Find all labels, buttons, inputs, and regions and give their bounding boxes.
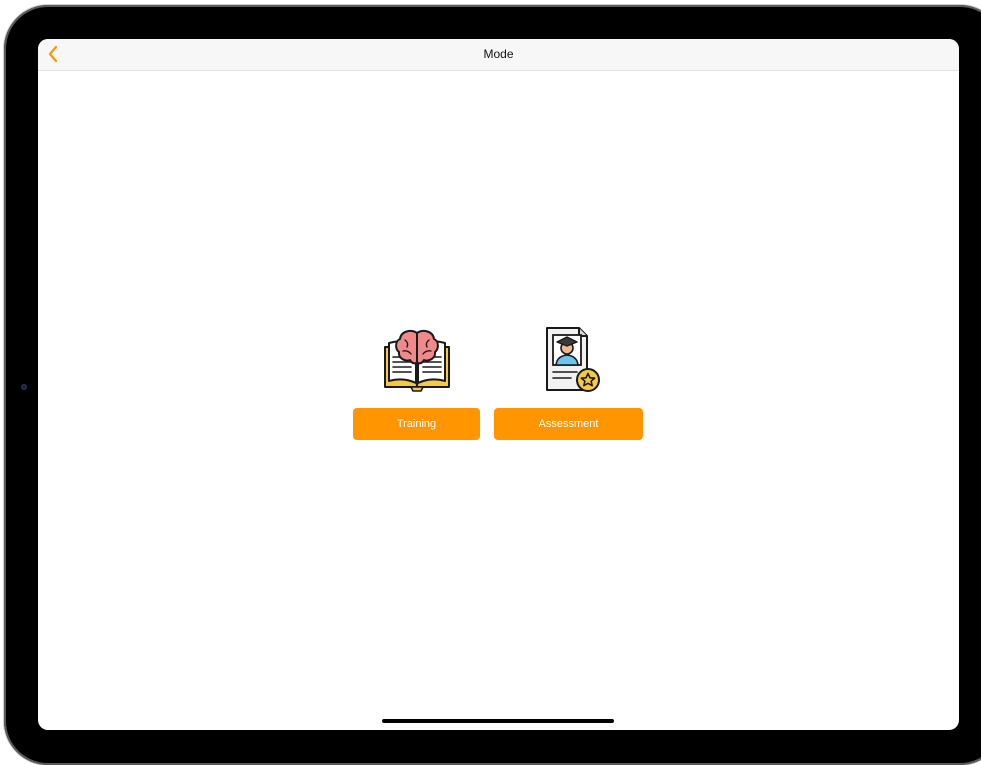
page-title: Mode — [483, 47, 514, 61]
camera-icon — [21, 384, 27, 390]
training-mode-card: Training — [353, 326, 480, 440]
navigation-bar: Mode — [38, 39, 959, 71]
app-screen: Mode Training Assessment — [38, 39, 959, 730]
home-indicator[interactable] — [382, 719, 614, 723]
training-button[interactable]: Training — [353, 408, 480, 440]
assessment-mode-card: Assessment — [494, 326, 643, 440]
brain-book-icon — [380, 326, 454, 394]
assessment-button[interactable]: Assessment — [494, 408, 643, 440]
graduate-certificate-icon — [532, 326, 606, 394]
